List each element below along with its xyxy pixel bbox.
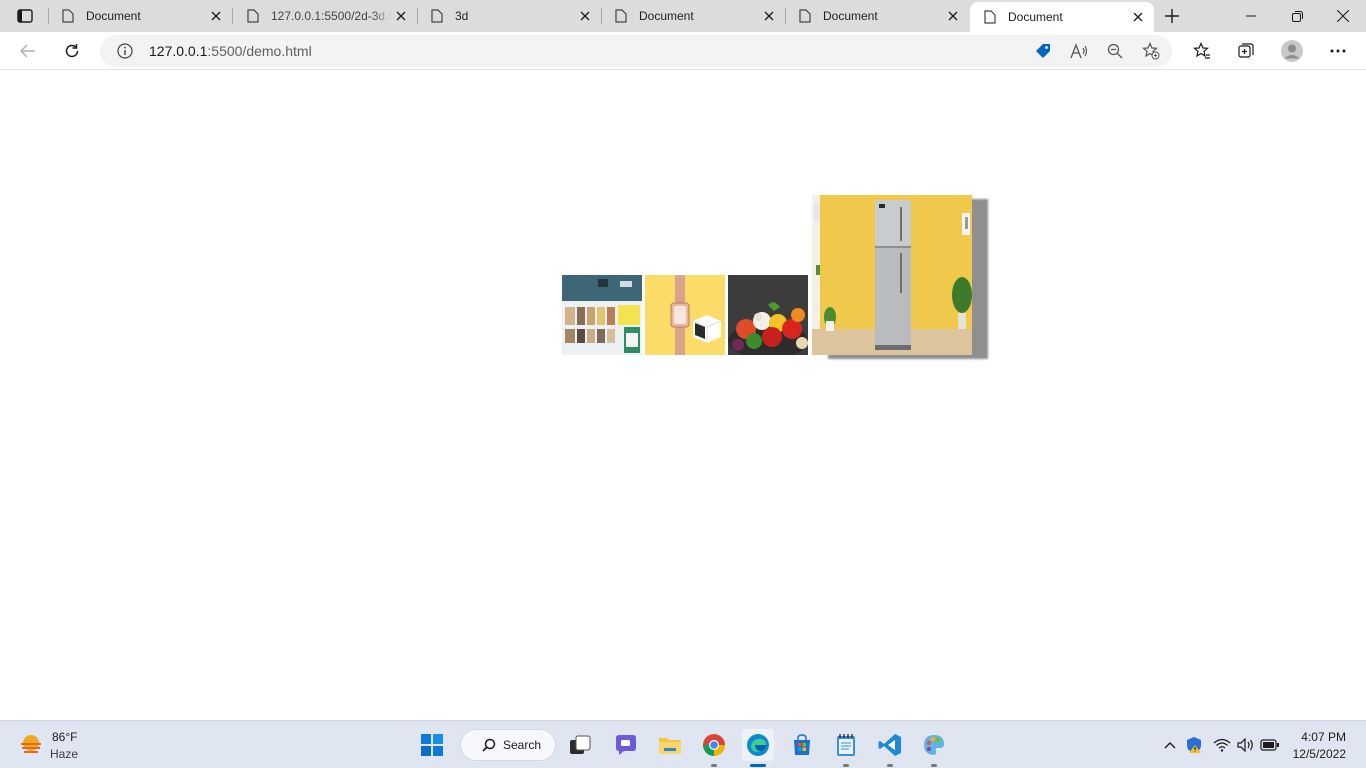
tab-document-2[interactable]: Document [601,0,785,32]
refresh-button[interactable] [58,37,86,65]
zoom-out-icon[interactable] [1104,40,1126,62]
teams-chat-icon[interactable] [610,729,642,761]
tab-3d[interactable]: 3d [417,0,601,32]
page-icon [60,8,76,24]
settings-more-icon[interactable] [1324,37,1352,65]
store-collage-image[interactable] [562,275,642,355]
close-icon[interactable] [575,6,595,26]
tab-title: Document [86,9,141,23]
volume-icon[interactable] [1236,735,1256,755]
restore-button[interactable] [1274,0,1320,32]
tab-title: Document [1008,10,1063,24]
paint-icon[interactable] [918,729,950,767]
watch-image[interactable] [645,275,725,355]
page-icon [613,8,629,24]
security-shield-icon[interactable] [1184,735,1204,755]
task-view-icon[interactable] [564,729,596,761]
vscode-icon[interactable] [874,729,906,767]
close-icon[interactable] [943,6,963,26]
profile-avatar-icon[interactable] [1278,37,1306,65]
chrome-icon[interactable] [698,729,730,767]
add-favorite-icon[interactable] [1140,40,1162,62]
vegetables-image[interactable] [728,275,808,355]
start-button[interactable] [416,729,448,761]
search-label: Search [503,738,542,752]
tab-title: Document [639,9,694,23]
tab-document-active[interactable]: Document [970,2,1154,32]
weather-condition: Haze [50,747,79,761]
new-tab-button[interactable] [1160,4,1184,28]
page-content [0,71,1366,720]
collections-icon[interactable] [1232,37,1260,65]
tab-document-3[interactable]: Document [785,0,969,32]
refrigerator-image[interactable] [812,195,972,355]
active-indicator [750,764,766,767]
minimize-button[interactable] [1228,0,1274,32]
running-indicator [711,764,717,767]
microsoft-store-icon[interactable] [786,729,818,761]
shopping-tag-icon[interactable] [1032,40,1054,62]
site-info-icon[interactable] [116,42,134,60]
search-icon [481,737,497,753]
tab-title: 127.0.0.1:5500/2d-3d.h [271,9,391,23]
read-aloud-icon[interactable] [1068,40,1090,62]
chevron-up-icon[interactable] [1160,735,1180,755]
running-indicator [887,764,893,767]
tab-actions-icon[interactable] [8,4,42,28]
running-indicator [843,764,849,767]
file-explorer-icon[interactable] [654,729,686,761]
tab-2d-3d[interactable]: 127.0.0.1:5500/2d-3d.h [233,0,417,32]
address-bar[interactable]: 127.0.0.1:5500/demo.html [100,35,1172,67]
notepad-icon[interactable] [830,729,862,767]
page-icon [982,9,998,25]
wifi-icon[interactable] [1212,735,1232,755]
close-icon[interactable] [391,6,411,26]
tab-title: Document [823,9,878,23]
url-text[interactable]: 127.0.0.1:5500/demo.html [149,43,312,59]
favorites-icon[interactable] [1188,37,1216,65]
weather-haze-icon[interactable] [18,732,44,758]
tab-document-1[interactable]: Document [48,0,232,32]
url-path: :5500/demo.html [207,43,312,59]
close-icon[interactable] [206,6,226,26]
weather-temperature: 86°F [52,730,78,744]
tab-title: 3d [455,9,469,23]
taskbar: 86°F Haze Search 4:07 PM 12/5/2022 [0,720,1366,768]
battery-icon[interactable] [1260,735,1280,755]
taskbar-search[interactable]: Search [460,729,556,761]
url-host: 127.0.0.1 [149,43,208,59]
edge-icon[interactable] [742,729,774,767]
tab-strip: Document 127.0.0.1:5500/2d-3d.h 3d Docum… [0,0,1366,32]
back-button[interactable] [14,37,42,65]
page-icon [429,8,445,24]
browser-toolbar: 127.0.0.1:5500/demo.html [0,32,1366,70]
close-icon[interactable] [759,6,779,26]
clock-time[interactable]: 4:07 PM [1301,730,1346,744]
close-icon[interactable] [1128,7,1148,27]
running-indicator [931,764,937,767]
clock-date[interactable]: 12/5/2022 [1293,747,1346,761]
close-window-button[interactable] [1320,0,1366,32]
page-icon [245,8,261,24]
page-icon [797,8,813,24]
